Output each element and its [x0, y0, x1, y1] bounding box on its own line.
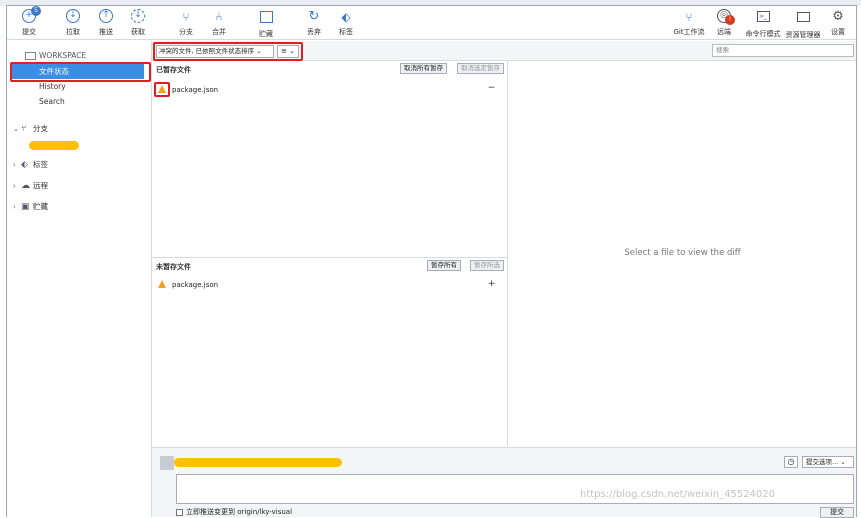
- commit-icon: +5: [21, 6, 41, 25]
- git-flow-label: Git工作流: [673, 28, 705, 36]
- sidebar-item-history[interactable]: History: [39, 79, 139, 94]
- sidebar-item-branches[interactable]: ⌄ ⑂ 分支: [13, 121, 148, 136]
- remote-button[interactable]: ◎! 远端: [704, 9, 744, 39]
- push-icon: ↑: [98, 9, 114, 25]
- search-label: Search: [39, 97, 65, 106]
- commit-options-dropdown[interactable]: 提交选项... ⌄: [802, 456, 854, 468]
- toolbar: +5 提交 ↓ 拉取 ↑ 推送 ↓ 获取 ⑂ 分支 ⑃ 合并 贮藏 ↻ 丢弃 ⬖…: [7, 6, 856, 40]
- chevron-right-icon: ›: [13, 182, 16, 190]
- commit-area: ◷ 提交选项... ⌄ 立即推送变更到 origin/lky-visual 提交: [152, 447, 856, 518]
- tag-icon: ⬖: [21, 160, 28, 170]
- redacted-branch-name[interactable]: [29, 141, 79, 150]
- fetch-icon: ↓: [130, 9, 146, 25]
- push-immediately-checkbox[interactable]: 立即推送变更到 origin/lky-visual: [176, 508, 292, 517]
- sidebar-item-tags[interactable]: › ⬖ 标签: [13, 157, 148, 172]
- sidebar: WORKSPACE 文件状态 History Search ⌄ ⑂ 分支 › ⬖ 标签 …: [7, 41, 152, 517]
- git-flow-icon: ⑂: [685, 10, 693, 24]
- tag-label: 标签: [339, 28, 353, 36]
- unstaged-files-panel: 未暂存文件 暂存所有 暂存所选 package.json +: [152, 257, 508, 446]
- clock-icon[interactable]: ◷: [784, 456, 798, 468]
- watermark: https://blog.csdn.net/weixin_45524020: [580, 489, 776, 500]
- highlight-outline-warning: [154, 82, 170, 97]
- monitor-icon: [25, 52, 36, 60]
- stash-button[interactable]: 贮藏: [246, 9, 286, 39]
- staged-file-name: package.json: [172, 86, 219, 94]
- commit-button[interactable]: +5 提交: [9, 6, 49, 39]
- workspace-header: WORKSPACE: [25, 48, 145, 63]
- unstaged-file-row[interactable]: package.json +: [158, 279, 498, 291]
- unstaged-title: 未暂存文件: [156, 263, 191, 271]
- sourcetree-window: +5 提交 ↓ 拉取 ↑ 推送 ↓ 获取 ⑂ 分支 ⑃ 合并 贮藏 ↻ 丢弃 ⬖…: [6, 5, 857, 518]
- git-flow-button[interactable]: ⑂ Git工作流: [669, 9, 709, 39]
- explorer-button[interactable]: 资源管理器: [782, 9, 824, 39]
- warning-icon: [158, 280, 166, 288]
- tag-button[interactable]: ⬖ 标签: [326, 9, 366, 39]
- terminal-icon: >_: [755, 11, 771, 27]
- branch-icon: ⑂: [21, 124, 27, 134]
- staged-file-row[interactable]: package.json −: [158, 84, 498, 96]
- sidebar-item-search[interactable]: Search: [39, 94, 139, 109]
- remote-alert-badge: !: [725, 15, 735, 25]
- branch-label: 分支: [33, 124, 48, 133]
- commit-options-label: 提交选项...: [806, 458, 839, 466]
- unstage-all-button[interactable]: 取消所有暂存: [400, 63, 447, 74]
- stage-file-button[interactable]: +: [487, 280, 496, 289]
- highlight-outline-filter: [153, 42, 303, 61]
- unstage-file-button[interactable]: −: [487, 84, 496, 93]
- avatar: [160, 456, 174, 470]
- folder-icon: [795, 12, 811, 28]
- gear-icon: ⚙: [832, 9, 844, 24]
- filter-bar: 冲突的文件, 已依照文件状态排序 ⌄ ≡ ⌄ 搜索: [152, 41, 856, 61]
- chevron-right-icon: ›: [13, 161, 16, 169]
- stashes-label: 贮藏: [33, 202, 48, 211]
- merge-button[interactable]: ⑃ 合并: [199, 9, 239, 39]
- diff-panel: Select a file to view the diff: [509, 61, 856, 446]
- staged-files-panel: 已暂存文件 取消所有暂存 取消选定暂存 package.json −: [152, 61, 508, 257]
- unstage-selected-button[interactable]: 取消选定暂存: [457, 63, 504, 74]
- chevron-right-icon: ›: [13, 203, 16, 211]
- stage-all-button[interactable]: 暂存所有: [427, 260, 461, 271]
- stash-label: 贮藏: [259, 30, 273, 38]
- tags-label: 标签: [33, 160, 48, 169]
- checkbox-icon: [176, 508, 183, 516]
- push-checkbox-label: 立即推送变更到 origin/lky-visual: [186, 508, 293, 516]
- terminal-label: 命令行模式: [745, 30, 781, 38]
- diff-empty-message: Select a file to view the diff: [624, 248, 741, 258]
- commit-submit-button[interactable]: 提交: [820, 507, 854, 518]
- search-input[interactable]: 搜索: [712, 44, 854, 57]
- merge-label: 合并: [212, 28, 226, 36]
- redacted-author: [174, 458, 342, 467]
- merge-icon: ⑃: [215, 10, 223, 24]
- fetch-label: 获取: [131, 28, 145, 36]
- pull-icon: ↓: [65, 9, 81, 25]
- remotes-label: 远程: [33, 181, 48, 190]
- terminal-button[interactable]: >_ 命令行模式: [742, 9, 784, 39]
- stash-icon: [258, 11, 274, 27]
- sidebar-item-remotes[interactable]: › ☁ 远程: [13, 178, 148, 193]
- workspace-header-label: WORKSPACE: [39, 51, 87, 60]
- stage-selected-button[interactable]: 暂存所选: [470, 260, 504, 271]
- sidebar-item-stashes[interactable]: › ▣ 贮藏: [13, 199, 148, 214]
- remote-label: 远端: [717, 28, 731, 36]
- settings-button[interactable]: ⚙ 设置: [820, 9, 856, 39]
- history-label: History: [39, 82, 66, 91]
- branch-icon: ⑂: [182, 10, 190, 24]
- settings-label: 设置: [831, 28, 845, 36]
- staged-title: 已暂存文件: [156, 66, 191, 74]
- commit-count-badge: 5: [31, 6, 41, 16]
- explorer-label: 资源管理器: [785, 31, 821, 39]
- cloud-icon: ☁: [21, 181, 30, 191]
- commit-label: 提交: [22, 28, 36, 36]
- tag-icon: ⬖: [341, 10, 351, 24]
- fetch-button[interactable]: ↓ 获取: [118, 9, 158, 39]
- search-placeholder: 搜索: [716, 46, 729, 54]
- chevron-down-icon: ⌄: [13, 125, 19, 133]
- stash-icon: ▣: [21, 202, 30, 212]
- globe-icon: ◎!: [716, 9, 735, 25]
- unstaged-file-name: package.json: [172, 281, 219, 289]
- discard-icon: ↻: [308, 9, 320, 24]
